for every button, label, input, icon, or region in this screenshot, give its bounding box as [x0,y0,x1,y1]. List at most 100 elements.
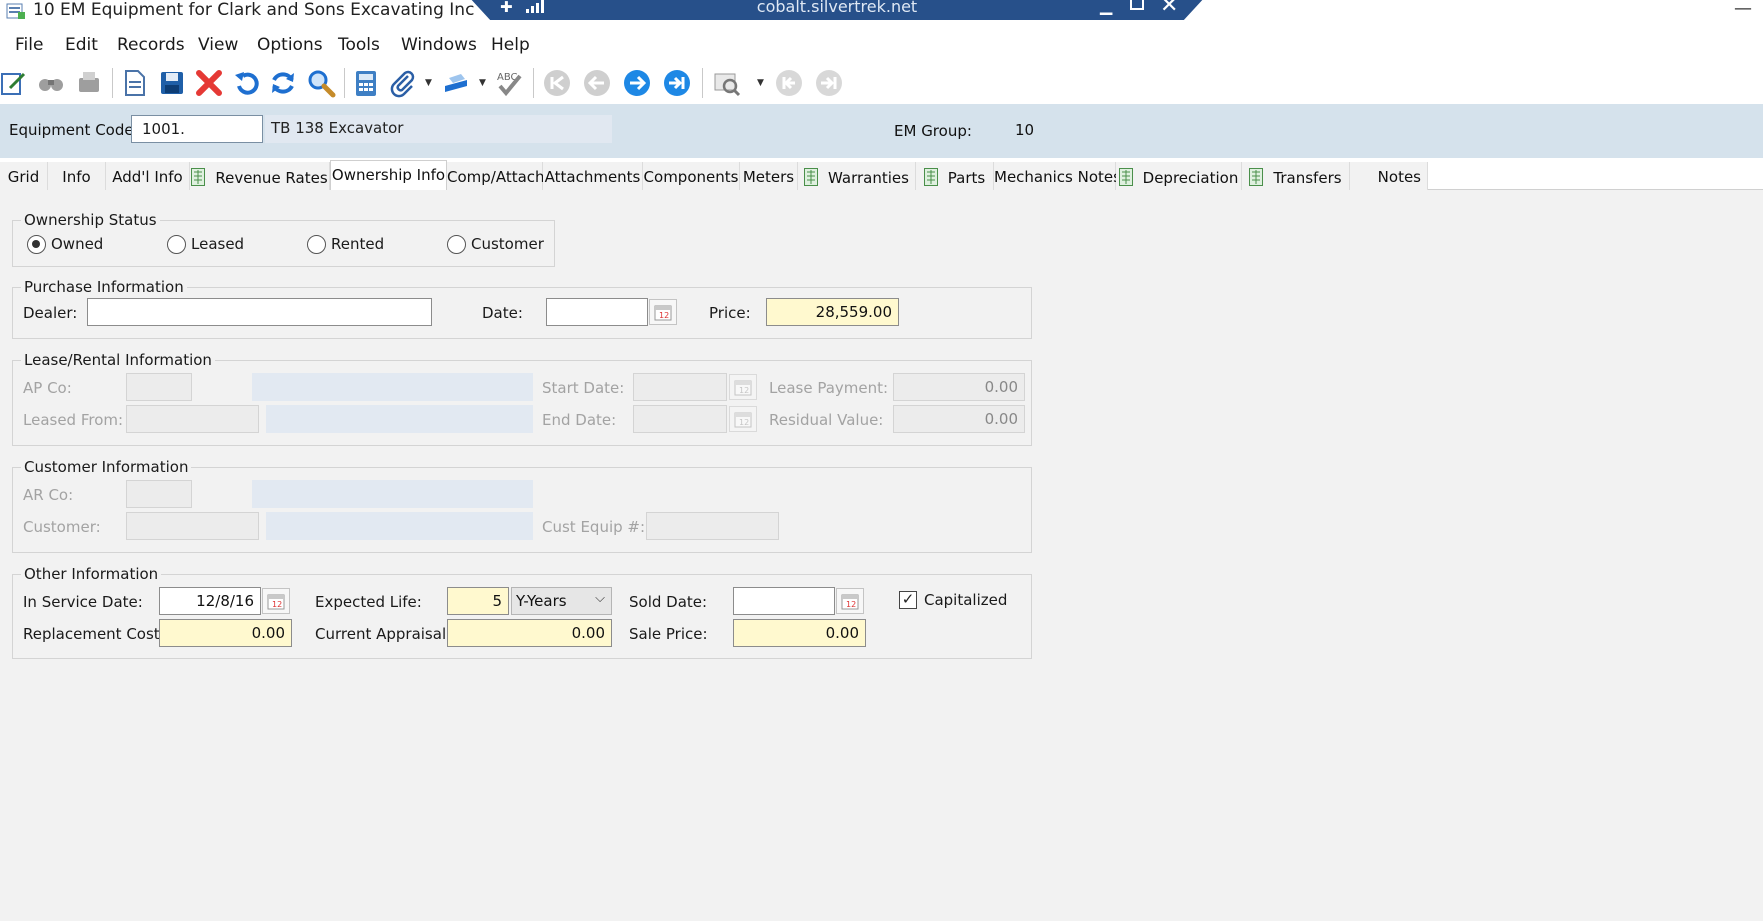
customer-label: Customer: [23,518,101,536]
ar-co-input[interactable] [126,480,192,508]
search-icon[interactable] [304,66,338,100]
em-group-value: 10 [1015,121,1035,139]
leased-radio[interactable] [167,235,186,254]
next-record-icon[interactable] [620,66,654,100]
residual-value-input[interactable]: 0.00 [893,405,1025,433]
replacement-cost-input[interactable]: 0.00 [159,619,292,647]
svg-text:12: 12 [739,418,749,427]
previous-record-icon[interactable] [580,66,614,100]
last-record-icon[interactable] [660,66,694,100]
tab-components[interactable]: Components [643,162,740,190]
tab-label: Parts [947,169,986,187]
expected-life-label: Expected Life: [315,593,422,611]
sale-price-input[interactable]: 0.00 [733,619,866,647]
select-value: Y-Years [516,592,567,610]
tab-addl-info[interactable]: Add'l Info [106,162,190,190]
date-label: Date: [482,304,523,322]
edit-record-icon[interactable] [0,66,30,100]
equipment-code-input[interactable]: 1001. [131,115,263,143]
price-input[interactable]: 28,559.00 [766,298,899,326]
end-date-input[interactable] [633,405,727,433]
ap-co-input[interactable] [126,373,192,401]
calendar-icon[interactable]: 12 [836,588,864,614]
customer-information-group: Customer Information AR Co: Customer: Cu… [12,458,1032,553]
close-icon[interactable]: ✕ [1160,0,1178,18]
capitalized-checkbox[interactable]: ✓ [899,591,917,609]
grid-sheet-icon [923,168,938,186]
scanner-icon[interactable] [439,66,473,100]
tab-mechanics-notes[interactable]: Mechanics Notes [994,162,1121,190]
cust-equip-input[interactable] [646,512,779,540]
calendar-icon[interactable]: 12 [649,299,677,325]
tab-attachments[interactable]: Attachments [543,162,643,190]
window-minimize-icon[interactable]: — [1734,0,1752,19]
tab-grid[interactable]: Grid [0,162,48,190]
menu-options[interactable]: Options [257,35,323,55]
tab-meters[interactable]: Meters [740,162,798,190]
tab-label: Revenue Rates [215,169,328,187]
find-record-icon[interactable] [710,66,744,100]
spellcheck-icon[interactable]: ABC [492,66,526,100]
undo-icon[interactable] [229,66,263,100]
in-service-date-label: In Service Date: [23,593,143,611]
menu-help[interactable]: Help [491,35,530,55]
tab-revenue-rates[interactable]: Revenue Rates [190,162,330,190]
first-record-icon[interactable] [540,66,574,100]
calculator-icon[interactable] [349,66,383,100]
calendar-icon[interactable]: 12 [729,406,757,432]
sold-date-input[interactable] [733,587,835,615]
cust-equip-label: Cust Equip #: [542,518,646,536]
customer-input[interactable] [126,512,259,540]
lease-payment-input[interactable]: 0.00 [893,373,1025,401]
menu-file[interactable]: File [15,35,43,55]
in-service-date-input[interactable]: 12/8/16 [159,587,261,615]
tab-ownership-info[interactable]: Ownership Info [330,160,447,191]
tab-comp-attach[interactable]: Comp/Attach [447,162,545,190]
refresh-icon[interactable] [266,66,300,100]
remote-connection-bar: ✚ cobalt.silvertrek.net ▁ ✕ [468,0,1206,20]
save-icon[interactable] [155,66,189,100]
find-dropdown-icon[interactable]: ▼ [757,78,764,88]
rented-radio[interactable] [307,235,326,254]
scanner-dropdown-icon[interactable]: ▼ [479,78,486,88]
tab-notes[interactable]: Notes [1350,162,1428,190]
attachment-dropdown-icon[interactable]: ▼ [425,78,432,88]
calendar-icon[interactable]: 12 [262,588,290,614]
tab-parts[interactable]: Parts [916,162,994,190]
purchase-date-input[interactable] [546,298,648,326]
menu-tools[interactable]: Tools [338,35,380,55]
capitalized-label: Capitalized [924,591,1008,609]
menu-records[interactable]: Records [117,35,185,55]
owned-label: Owned [51,235,104,253]
delete-icon[interactable] [192,66,226,100]
owned-radio[interactable] [27,235,46,254]
grid-sheet-icon [1249,168,1264,186]
menu-windows[interactable]: Windows [401,35,477,55]
calendar-icon[interactable]: 12 [729,374,757,400]
ownership-status-group: Ownership Status Owned Leased Rented Cus… [12,211,555,267]
dealer-input[interactable] [87,298,432,326]
tab-depreciation[interactable]: Depreciation [1116,162,1242,190]
expected-life-input[interactable]: 5 [447,587,509,615]
tab-label: Components [643,168,739,186]
printer-icon[interactable] [72,66,106,100]
leased-from-input[interactable] [126,405,259,433]
expected-life-unit-select[interactable]: Y-Years ⌵ [511,587,612,615]
binoculars-icon[interactable] [34,66,68,100]
minimize-icon[interactable]: ▁ [1100,0,1112,15]
start-date-input[interactable] [633,373,727,401]
menu-view[interactable]: View [198,35,238,55]
tab-transfers[interactable]: Transfers [1242,162,1350,190]
current-appraisal-input[interactable]: 0.00 [447,619,612,647]
ap-co-name [252,373,533,401]
customer-radio[interactable] [447,235,466,254]
tab-warranties[interactable]: Warranties [798,162,916,190]
restore-icon[interactable] [1130,0,1144,10]
group-title: Other Information [21,565,162,583]
menu-edit[interactable]: Edit [65,35,98,55]
new-record-icon[interactable] [117,66,151,100]
tab-label: Mechanics Notes [994,168,1121,186]
end-date-label: End Date: [542,411,617,429]
attachment-icon[interactable] [386,66,420,100]
tab-info[interactable]: Info [48,162,106,190]
